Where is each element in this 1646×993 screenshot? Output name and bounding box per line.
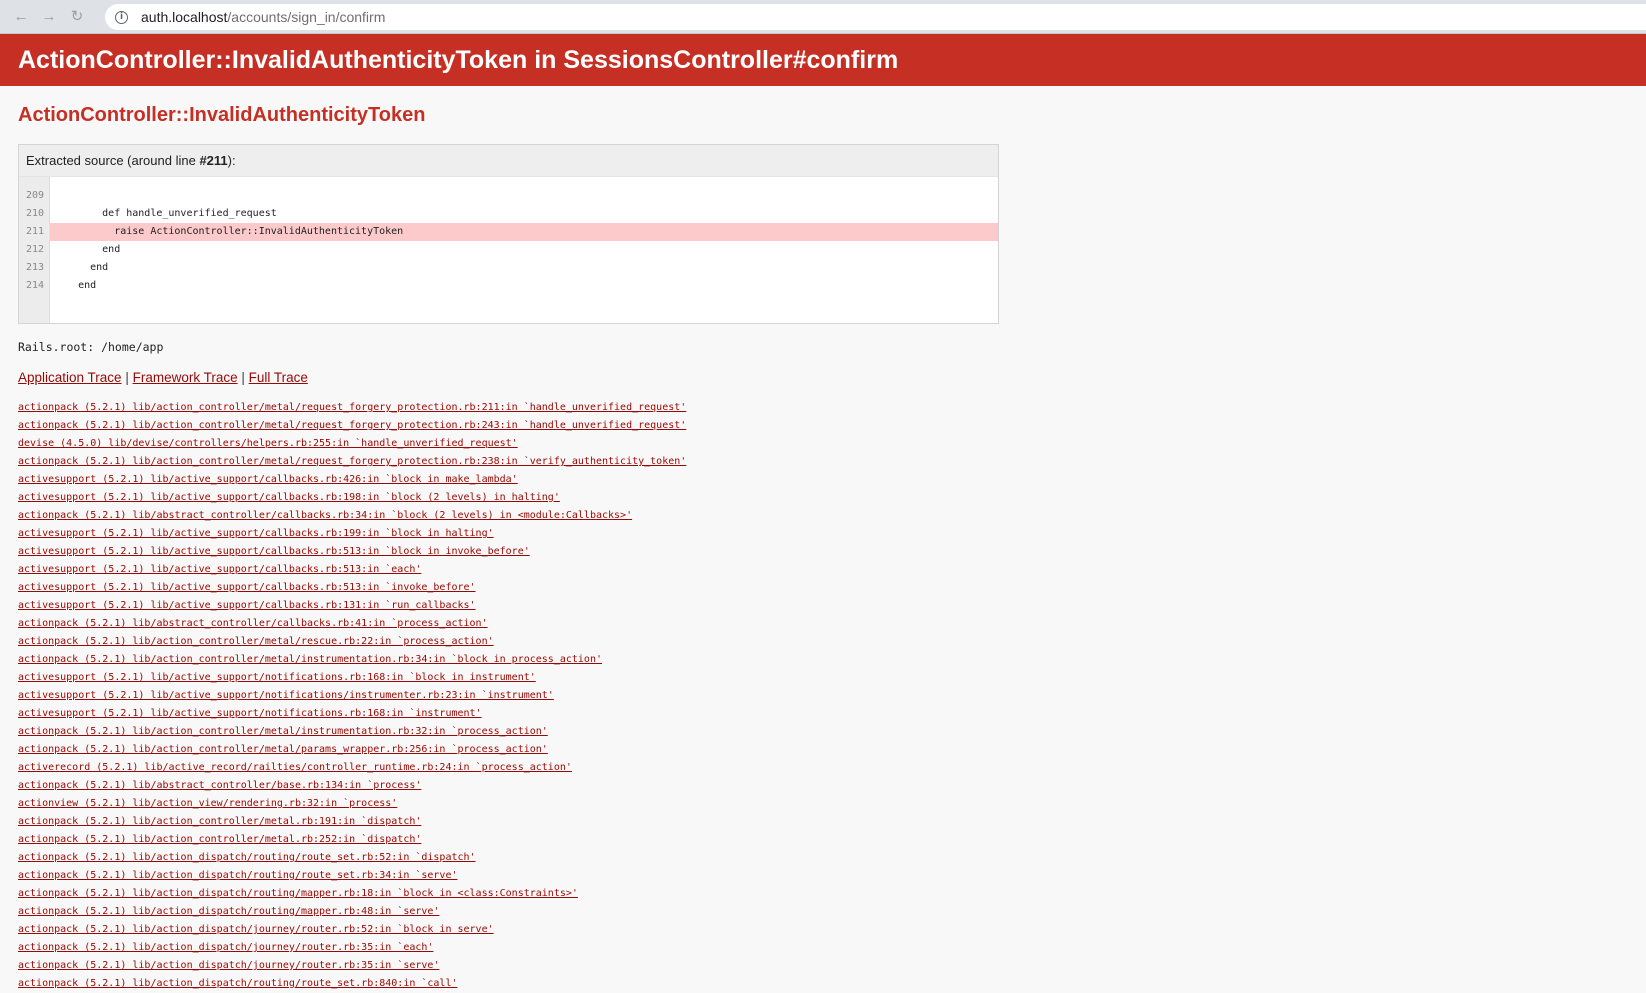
trace-line-link[interactable]: actionpack (5.2.1) lib/action_dispatch/r… bbox=[18, 867, 1628, 885]
source-line: end bbox=[54, 244, 121, 255]
forward-arrow-icon[interactable]: → bbox=[38, 6, 60, 28]
back-arrow-icon[interactable]: ← bbox=[10, 6, 32, 28]
trace-line-link[interactable]: actionpack (5.2.1) lib/action_dispatch/j… bbox=[18, 939, 1628, 957]
source-line bbox=[50, 187, 998, 205]
trace-line-link[interactable]: actionpack (5.2.1) lib/action_controller… bbox=[18, 831, 1628, 849]
line-number-gutter: 209 210 211 212 213 214 bbox=[19, 177, 50, 323]
trace-line-link[interactable]: activesupport (5.2.1) lib/active_support… bbox=[18, 687, 1628, 705]
trace-line-link[interactable]: actionpack (5.2.1) lib/action_dispatch/r… bbox=[18, 903, 1628, 921]
trace-tabs: Application Trace | Framework Trace | Fu… bbox=[18, 370, 1628, 386]
url-text[interactable]: auth.localhost/accounts/sign_in/confirm bbox=[141, 9, 385, 25]
line-number: 210 bbox=[26, 208, 45, 219]
trace-link-separator: | bbox=[121, 370, 133, 385]
source-heading-suffix: ): bbox=[227, 153, 236, 168]
trace-line-link[interactable]: actionpack (5.2.1) lib/action_dispatch/r… bbox=[18, 885, 1628, 903]
trace-line-link[interactable]: actionpack (5.2.1) lib/action_controller… bbox=[18, 417, 1628, 435]
trace-line-link[interactable]: actionpack (5.2.1) lib/action_dispatch/j… bbox=[18, 957, 1628, 975]
trace-line-link[interactable]: activesupport (5.2.1) lib/active_support… bbox=[18, 669, 1628, 687]
trace-line-link[interactable]: actionpack (5.2.1) lib/action_controller… bbox=[18, 723, 1628, 741]
source-line: end bbox=[54, 280, 97, 291]
navigation-buttons: ← → ↻ bbox=[10, 6, 88, 28]
trace-line-link[interactable]: actionpack (5.2.1) lib/action_controller… bbox=[18, 453, 1628, 471]
trace-line-link[interactable]: activesupport (5.2.1) lib/active_support… bbox=[18, 543, 1628, 561]
rails-root: Rails.root: /home/app bbox=[18, 340, 164, 354]
trace-line-link[interactable]: activerecord (5.2.1) lib/active_record/r… bbox=[18, 759, 1628, 777]
framework-trace-link[interactable]: Framework Trace bbox=[133, 370, 238, 385]
extracted-source-box: Extracted source (around line #211): 209… bbox=[18, 144, 999, 324]
browser-toolbar: ← → ↻ i auth.localhost/accounts/sign_in/… bbox=[0, 0, 1646, 34]
trace-line-link[interactable]: actionpack (5.2.1) lib/action_controller… bbox=[18, 633, 1628, 651]
source-body: 209 210 211 212 213 214 def handle_unverified… bbox=[19, 177, 998, 323]
trace-line-link[interactable]: actionpack (5.2.1) lib/action_dispatch/r… bbox=[18, 975, 1628, 993]
trace-line-link[interactable]: activesupport (5.2.1) lib/active_support… bbox=[18, 561, 1628, 579]
trace-line-link[interactable]: actionpack (5.2.1) lib/action_controller… bbox=[18, 651, 1628, 669]
line-number: 213 bbox=[26, 262, 45, 273]
error-header: ActionController::InvalidAuthenticityTok… bbox=[0, 34, 1646, 86]
trace-line-link[interactable]: actionpack (5.2.1) lib/action_controller… bbox=[18, 813, 1628, 831]
trace-line-link[interactable]: actionpack (5.2.1) lib/action_controller… bbox=[18, 399, 1628, 417]
address-bar[interactable]: i auth.localhost/accounts/sign_in/confir… bbox=[105, 4, 1646, 30]
source-heading-line: #211 bbox=[199, 153, 228, 168]
full-trace-link[interactable]: Full Trace bbox=[249, 370, 308, 385]
trace-line-link[interactable]: actionpack (5.2.1) lib/abstract_controll… bbox=[18, 507, 1628, 525]
url-host: auth.localhost bbox=[141, 9, 228, 25]
trace-line-link[interactable]: actionview (5.2.1) lib/action_view/rende… bbox=[18, 795, 1628, 813]
reload-icon[interactable]: ↻ bbox=[66, 6, 88, 28]
source-code: def handle_unverified_request raise Acti… bbox=[50, 177, 998, 323]
info-icon[interactable]: i bbox=[115, 10, 128, 24]
error-content: ActionController::InvalidAuthenticityTok… bbox=[18, 86, 1628, 993]
page-title: ActionController::InvalidAuthenticityTok… bbox=[18, 46, 899, 74]
trace-line-link[interactable]: actionpack (5.2.1) lib/action_dispatch/r… bbox=[18, 849, 1628, 867]
trace-line-link[interactable]: actionpack (5.2.1) lib/abstract_controll… bbox=[18, 615, 1628, 633]
trace-line-link[interactable]: actionpack (5.2.1) lib/abstract_controll… bbox=[18, 777, 1628, 795]
trace-line-link[interactable]: activesupport (5.2.1) lib/active_support… bbox=[18, 489, 1628, 507]
trace-list: actionpack (5.2.1) lib/action_controller… bbox=[18, 399, 1628, 993]
source-line: end bbox=[54, 262, 109, 273]
trace-line-link[interactable]: activesupport (5.2.1) lib/active_support… bbox=[18, 705, 1628, 723]
line-number: 211 bbox=[26, 226, 45, 237]
application-trace-link[interactable]: Application Trace bbox=[18, 370, 122, 385]
trace-line-link[interactable]: devise (4.5.0) lib/devise/controllers/he… bbox=[18, 435, 1628, 453]
source-heading-prefix: Extracted source (around line bbox=[26, 153, 200, 168]
exception-name: ActionController::InvalidAuthenticityTok… bbox=[18, 104, 426, 126]
source-line: def handle_unverified_request bbox=[54, 208, 277, 219]
trace-link-separator: | bbox=[237, 370, 249, 385]
extracted-source-heading: Extracted source (around line #211): bbox=[19, 145, 998, 177]
trace-line-link[interactable]: activesupport (5.2.1) lib/active_support… bbox=[18, 579, 1628, 597]
url-path: /accounts/sign_in/confirm bbox=[227, 9, 386, 25]
trace-line-link[interactable]: activesupport (5.2.1) lib/active_support… bbox=[18, 525, 1628, 543]
line-number: 214 bbox=[26, 280, 45, 291]
trace-line-link[interactable]: actionpack (5.2.1) lib/action_dispatch/j… bbox=[18, 921, 1628, 939]
line-number: 209 bbox=[26, 190, 45, 201]
line-number: 212 bbox=[26, 244, 45, 255]
trace-line-link[interactable]: actionpack (5.2.1) lib/action_controller… bbox=[18, 741, 1628, 759]
trace-line-link[interactable]: activesupport (5.2.1) lib/active_support… bbox=[18, 597, 1628, 615]
source-line: raise ActionController::InvalidAuthentic… bbox=[50, 223, 998, 241]
trace-line-link[interactable]: activesupport (5.2.1) lib/active_support… bbox=[18, 471, 1628, 489]
